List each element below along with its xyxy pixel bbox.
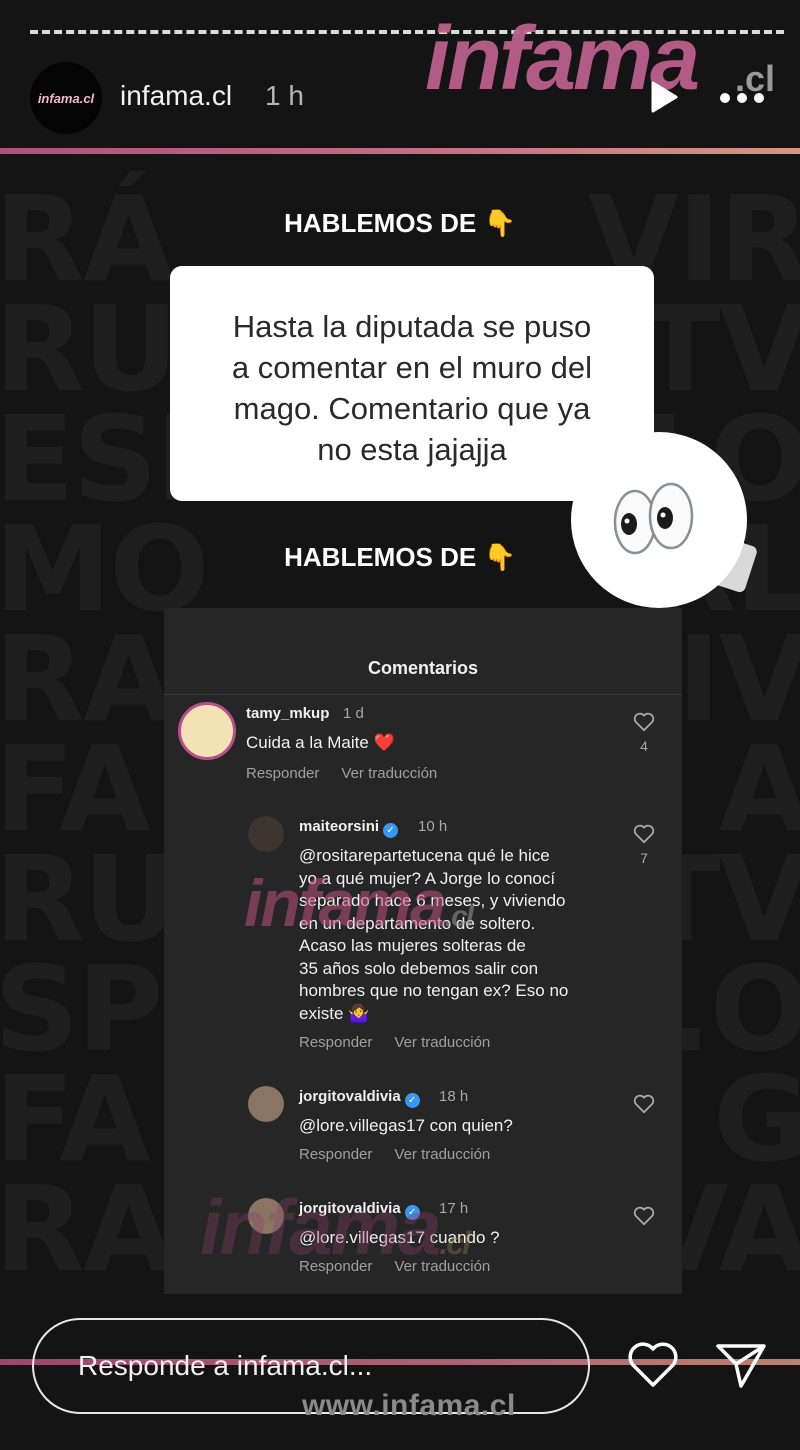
eyes-sticker[interactable]	[571, 432, 747, 608]
heading-top: HABLEMOS DE 👇	[0, 208, 800, 239]
comment-text: Cuida a la Maite ❤️	[246, 733, 395, 752]
like-count: 7	[640, 850, 648, 866]
play-icon[interactable]	[646, 80, 680, 114]
heading-top-text: HABLEMOS DE	[284, 208, 477, 238]
heart-icon[interactable]	[633, 824, 655, 844]
comments-title: Comentarios	[367, 658, 479, 678]
reply-link[interactable]: Responder	[246, 765, 319, 782]
commenter-avatar[interactable]	[248, 816, 284, 852]
more-options-icon[interactable]	[718, 88, 766, 108]
reply-placeholder: Responde a infama.cl...	[78, 1350, 373, 1381]
pointing-down-icon: 👇	[483, 209, 516, 239]
verified-badge-icon: ✓	[404, 1093, 420, 1108]
comment-username[interactable]: maiteorsini ✓	[299, 818, 399, 838]
comment-actions: Responder Ver traducción	[299, 1146, 490, 1163]
heart-like-icon[interactable]	[626, 1340, 680, 1390]
question-line: a comentar en el muro del	[231, 350, 593, 385]
website-url: www.infama.cl	[302, 1389, 516, 1422]
comment-line: 35 años solo debemos salir con	[299, 958, 539, 978]
commenter-avatar[interactable]	[248, 1086, 284, 1122]
comment-username[interactable]: tamy_mkup	[246, 705, 329, 722]
account-handle[interactable]: infama.cl	[120, 80, 232, 112]
heart-icon[interactable]	[633, 1206, 655, 1226]
comment-actions: Responder Ver traducción	[299, 1034, 490, 1051]
comment-line: hombres que no tengan ex? Eso no	[299, 981, 569, 1000]
reply-link[interactable]: Responder	[299, 1146, 372, 1163]
heading-bottom-text: HABLEMOS DE	[284, 542, 477, 572]
story-timestamp: 1 h	[265, 80, 304, 111]
eyes-emoji-icon	[613, 482, 694, 555]
comment-line: existe 🤷‍♀️	[299, 1003, 370, 1023]
comment-text: @lore.villegas17 con quien?	[299, 1116, 513, 1135]
comment-username[interactable]: jorgitovaldivia ✓	[299, 1088, 420, 1108]
comments-screenshot: Comentarios tamy_mkup 1 d Cuida a la Mai…	[164, 608, 682, 1294]
verified-badge-icon: ✓	[383, 823, 399, 838]
watermark: infama.cl	[244, 866, 474, 940]
comment-time: 18 h	[439, 1088, 469, 1105]
comment-actions: Responder Ver traducción	[246, 765, 437, 782]
question-line: Hasta la diputada se puso	[232, 309, 592, 344]
comment-time: 1 d	[343, 705, 364, 722]
username-text: maiteorsini	[299, 818, 380, 835]
comment-line: @rositarepartetucena qué le hice	[299, 846, 550, 865]
translate-link[interactable]: Ver traducción	[394, 1034, 490, 1051]
divider	[164, 694, 682, 695]
reply-link[interactable]: Responder	[299, 1034, 372, 1051]
heart-icon[interactable]	[633, 1094, 655, 1114]
pointing-down-icon: 👇	[483, 543, 516, 573]
commenter-avatar[interactable]	[178, 702, 236, 760]
heart-icon[interactable]	[633, 712, 655, 732]
comment-time: 10 h	[418, 818, 448, 835]
avatar-logo-text: infama.cl	[37, 90, 95, 106]
like-count: 4	[640, 738, 648, 754]
account-avatar[interactable]: infama.cl	[30, 62, 102, 134]
send-icon[interactable]	[714, 1340, 768, 1390]
question-line: mago. Comentario que ya	[233, 391, 591, 426]
watermark: infama.cl	[200, 1183, 471, 1271]
translate-link[interactable]: Ver traducción	[341, 765, 437, 782]
username-text: jorgitovaldivia	[299, 1088, 401, 1105]
translate-link[interactable]: Ver traducción	[394, 1146, 490, 1163]
accent-stripe-top	[0, 148, 800, 154]
